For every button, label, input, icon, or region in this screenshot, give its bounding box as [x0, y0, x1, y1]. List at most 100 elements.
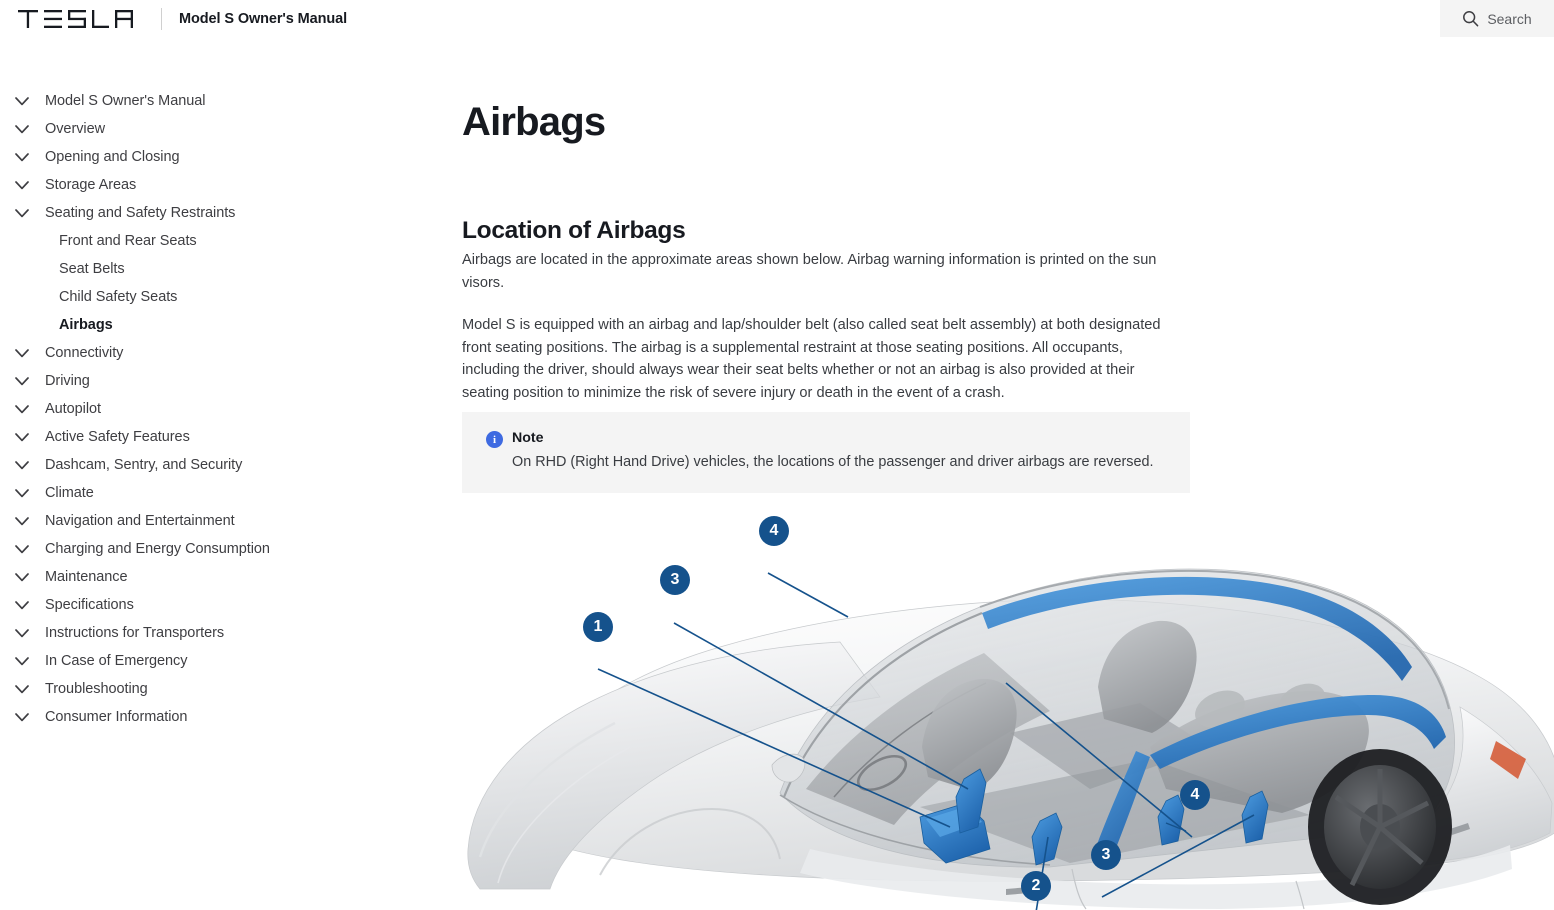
callout-marker-3: 3	[660, 565, 690, 595]
sidebar-item-label: Dashcam, Sentry, and Security	[45, 457, 243, 473]
sidebar-item-autopilot[interactable]: Autopilot	[0, 395, 450, 423]
note-text: On RHD (Right Hand Drive) vehicles, the …	[512, 454, 1154, 470]
chevron-down-icon[interactable]	[12, 483, 32, 503]
chevron-down-icon[interactable]	[12, 119, 32, 139]
search-icon	[1463, 11, 1479, 27]
chevron-down-icon[interactable]	[12, 147, 32, 167]
sidebar-item-label: Specifications	[45, 597, 134, 613]
sidebar-item-child-safety-seats[interactable]: Child Safety Seats	[0, 283, 450, 311]
chevron-down-icon[interactable]	[12, 343, 32, 363]
sidebar-item-consumer-information[interactable]: Consumer Information	[0, 703, 450, 731]
sidebar-item-label: Seating and Safety Restraints	[45, 205, 236, 221]
sidebar-item-opening-and-closing[interactable]: Opening and Closing	[0, 143, 450, 171]
sidebar-item-label: Troubleshooting	[45, 681, 148, 697]
chevron-down-icon	[15, 404, 29, 413]
chevron-down-icon[interactable]	[12, 651, 32, 671]
chevron-down-icon[interactable]	[12, 91, 32, 111]
chevron-down-icon[interactable]	[12, 399, 32, 419]
section-title: Location of Airbags	[462, 217, 686, 245]
search-button[interactable]: Search	[1440, 0, 1554, 37]
sidebar-item-front-and-rear-seats[interactable]: Front and Rear Seats	[0, 227, 450, 255]
sidebar-item-label: Instructions for Transporters	[45, 625, 225, 641]
header-title: Model S Owner's Manual	[179, 10, 348, 27]
sidebar-item-label: Model S Owner's Manual	[45, 93, 206, 109]
sidebar-item-specifications[interactable]: Specifications	[0, 591, 450, 619]
note-title: Note	[512, 430, 544, 446]
tesla-wordmark-icon	[18, 9, 133, 28]
note-header: i Note	[486, 430, 1168, 448]
sidebar-item-airbags[interactable]: Airbags	[0, 311, 450, 339]
chevron-down-icon[interactable]	[12, 539, 32, 559]
sidebar-item-storage-areas[interactable]: Storage Areas	[0, 171, 450, 199]
sidebar-item-navigation-and-entertainment[interactable]: Navigation and Entertainment	[0, 507, 450, 535]
sidebar-item-label: Autopilot	[45, 401, 101, 417]
tesla-logo[interactable]	[0, 9, 136, 28]
header-divider	[161, 7, 162, 30]
sidebar-item-label: Active Safety Features	[45, 429, 190, 445]
sidebar-item-label: Overview	[45, 121, 106, 137]
car-cutaway-illustration	[467, 568, 1554, 910]
sidebar-item-connectivity[interactable]: Connectivity	[0, 339, 450, 367]
sidebar-navigation: Model S Owner's Manual Overview Opening an…	[0, 37, 450, 910]
app-header: Model S Owner's Manual	[0, 0, 1554, 37]
callout-marker-1: 1	[583, 612, 613, 642]
chevron-down-icon[interactable]	[12, 511, 32, 531]
body-paragraph: Airbags are located in the approximate a…	[462, 252, 1157, 291]
sidebar-item-model-s-owner-s-manual[interactable]: Model S Owner's Manual	[0, 87, 450, 115]
chevron-down-icon[interactable]	[12, 203, 32, 223]
sidebar-item-label: Airbags	[59, 317, 113, 333]
chevron-down-icon	[15, 152, 29, 161]
sidebar-item-driving[interactable]: Driving	[0, 367, 450, 395]
chevron-down-icon[interactable]	[12, 595, 32, 615]
sidebar-item-label: Front and Rear Seats	[59, 233, 197, 249]
chevron-down-icon	[15, 712, 29, 721]
sidebar-item-charging-and-energy-consumption[interactable]: Charging and Energy Consumption	[0, 535, 450, 563]
sidebar-item-instructions-for-transporters[interactable]: Instructions for Transporters	[0, 619, 450, 647]
sidebar-item-seat-belts[interactable]: Seat Belts	[0, 255, 450, 283]
sidebar-item-label: Driving	[45, 373, 90, 389]
sidebar-item-maintenance[interactable]: Maintenance	[0, 563, 450, 591]
chevron-down-icon[interactable]	[12, 455, 32, 475]
chevron-down-icon[interactable]	[12, 679, 32, 699]
sidebar-item-troubleshooting[interactable]: Troubleshooting	[0, 675, 450, 703]
chevron-down-icon[interactable]	[12, 567, 32, 587]
chevron-down-icon	[15, 656, 29, 665]
chevron-down-icon	[15, 376, 29, 385]
main-content: Airbags Location of Airbags Airbags are …	[450, 37, 1554, 910]
rear-wheel	[1308, 749, 1452, 905]
sidebar-item-label: Storage Areas	[45, 177, 137, 193]
chevron-down-icon[interactable]	[12, 707, 32, 727]
sidebar-item-dashcam-sentry-and-security[interactable]: Dashcam, Sentry, and Security	[0, 451, 450, 479]
sidebar-item-overview[interactable]: Overview	[0, 115, 450, 143]
search-button-label: Search	[1487, 10, 1532, 27]
chevron-down-icon	[15, 516, 29, 525]
sidebar-item-label: Consumer Information	[45, 709, 188, 725]
sidebar-item-label: Maintenance	[45, 569, 128, 585]
sidebar-item-label: Opening and Closing	[45, 149, 180, 165]
chevron-down-icon	[15, 180, 29, 189]
body-paragraph: Model S is equipped with an airbag and l…	[462, 317, 1161, 401]
sidebar-item-climate[interactable]: Climate	[0, 479, 450, 507]
callout-marker-3: 3	[1091, 840, 1121, 870]
sidebar-item-label: In Case of Emergency	[45, 653, 188, 669]
callout-marker-2: 2	[1021, 871, 1051, 901]
chevron-down-icon	[15, 684, 29, 693]
chevron-down-icon	[15, 572, 29, 581]
sidebar-item-label: Climate	[45, 485, 94, 501]
sidebar-item-label: Seat Belts	[59, 261, 125, 277]
sidebar-item-label: Connectivity	[45, 345, 124, 361]
sidebar-item-seating-and-safety-restraints[interactable]: Seating and Safety Restraints	[0, 199, 450, 227]
chevron-down-icon[interactable]	[12, 427, 32, 447]
sidebar-item-label: Navigation and Entertainment	[45, 513, 235, 529]
airbag-location-diagram: 4 3 1 4 3 2	[450, 497, 1554, 910]
chevron-down-icon[interactable]	[12, 371, 32, 391]
chevron-down-icon[interactable]	[12, 623, 32, 643]
body-paragraphs: Airbags are located in the approximate a…	[462, 249, 1162, 405]
chevron-down-icon	[15, 96, 29, 105]
chevron-down-icon	[15, 208, 29, 217]
sidebar-item-active-safety-features[interactable]: Active Safety Features	[0, 423, 450, 451]
chevron-down-icon	[15, 432, 29, 441]
sidebar-item-in-case-of-emergency[interactable]: In Case of Emergency	[0, 647, 450, 675]
chevron-down-icon[interactable]	[12, 175, 32, 195]
chevron-down-icon	[15, 488, 29, 497]
